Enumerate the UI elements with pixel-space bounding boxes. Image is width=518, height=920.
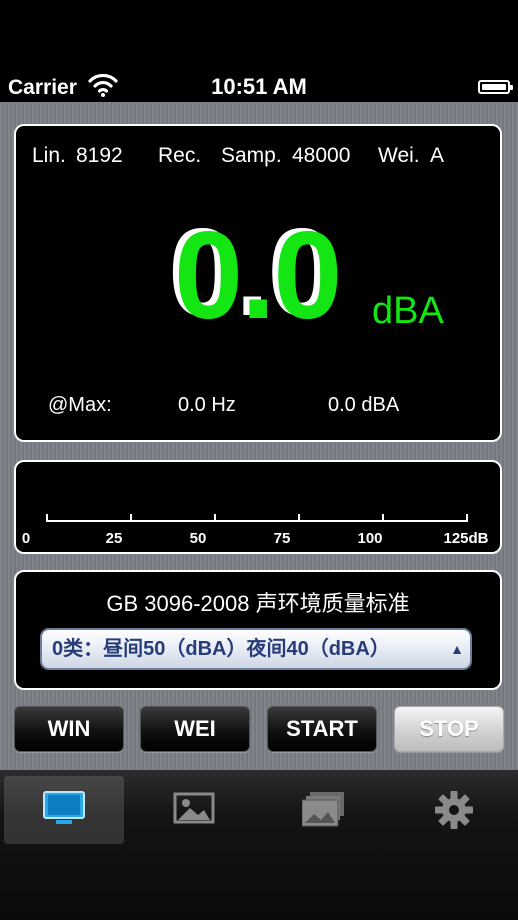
scale-tick bbox=[466, 514, 468, 522]
main-panel: Lin. 8192 Rec. Samp. 48000 Wei. A 0.0 dB… bbox=[0, 102, 518, 770]
sound-level-unit: dBA bbox=[372, 290, 444, 332]
scale-tick bbox=[46, 514, 48, 522]
lin-value: 8192 bbox=[76, 144, 123, 167]
scale-label: 25 bbox=[105, 530, 123, 547]
level-bar-panel: 0 25 50 75 100 125dB bbox=[14, 460, 502, 554]
standard-title: GB 3096-2008 声环境质量标准 bbox=[106, 591, 410, 616]
max-label: @Max: bbox=[48, 394, 112, 416]
settings-gear-icon bbox=[435, 791, 473, 829]
samp-value: 48000 bbox=[292, 144, 351, 167]
scale-label: 75 bbox=[273, 530, 291, 547]
image-icon bbox=[173, 792, 215, 824]
gallery-icon bbox=[302, 792, 344, 827]
tab-bar bbox=[0, 770, 518, 920]
scale-label: 0 bbox=[21, 530, 31, 547]
scale-label: 125dB bbox=[443, 530, 489, 547]
status-bar: Carrier 10:51 AM bbox=[0, 0, 518, 102]
rec-label: Rec. bbox=[158, 144, 202, 167]
win-button[interactable]: WIN bbox=[14, 706, 124, 752]
scale-tick bbox=[298, 514, 300, 522]
noise-standard-panel: GB 3096-2008 声环境质量标准 0类：昼间50（dBA）夜间40（dB… bbox=[14, 570, 502, 690]
tab-image[interactable] bbox=[134, 776, 254, 844]
samp-label: Samp. bbox=[221, 144, 282, 167]
battery-icon bbox=[478, 80, 513, 94]
select-arrow-icon: ▲ bbox=[450, 641, 464, 657]
scale-tick bbox=[382, 514, 384, 522]
tab-settings[interactable] bbox=[394, 776, 514, 844]
tab-monitor[interactable] bbox=[4, 776, 124, 844]
tab-gallery[interactable] bbox=[264, 776, 384, 844]
scale-tick bbox=[214, 514, 216, 522]
scale-label: 50 bbox=[189, 530, 207, 547]
wei-value: A bbox=[430, 144, 445, 167]
max-level: 0.0 dBA bbox=[328, 394, 400, 416]
clock: 10:51 AM bbox=[211, 74, 307, 99]
monitor-icon bbox=[43, 791, 85, 824]
standard-class-select[interactable]: 0类：昼间50（dBA）夜间40（dBA） ▲ bbox=[40, 628, 472, 670]
level-display-panel: Lin. 8192 Rec. Samp. 48000 Wei. A 0.0 dB… bbox=[14, 124, 502, 442]
scale-tick bbox=[130, 514, 132, 522]
sound-level-value: 0.0 bbox=[174, 207, 342, 345]
wei-label: Wei. bbox=[378, 144, 420, 167]
lin-label: Lin. bbox=[32, 144, 66, 167]
max-frequency: 0.0 Hz bbox=[178, 394, 236, 416]
stop-button[interactable]: STOP bbox=[394, 706, 504, 752]
standard-class-value: 0类：昼间50（dBA）夜间40（dBA） bbox=[52, 638, 390, 660]
scale-axis bbox=[46, 520, 468, 522]
start-button[interactable]: START bbox=[267, 706, 377, 752]
wei-button[interactable]: WEI bbox=[140, 706, 250, 752]
scale-label: 100 bbox=[357, 530, 383, 547]
